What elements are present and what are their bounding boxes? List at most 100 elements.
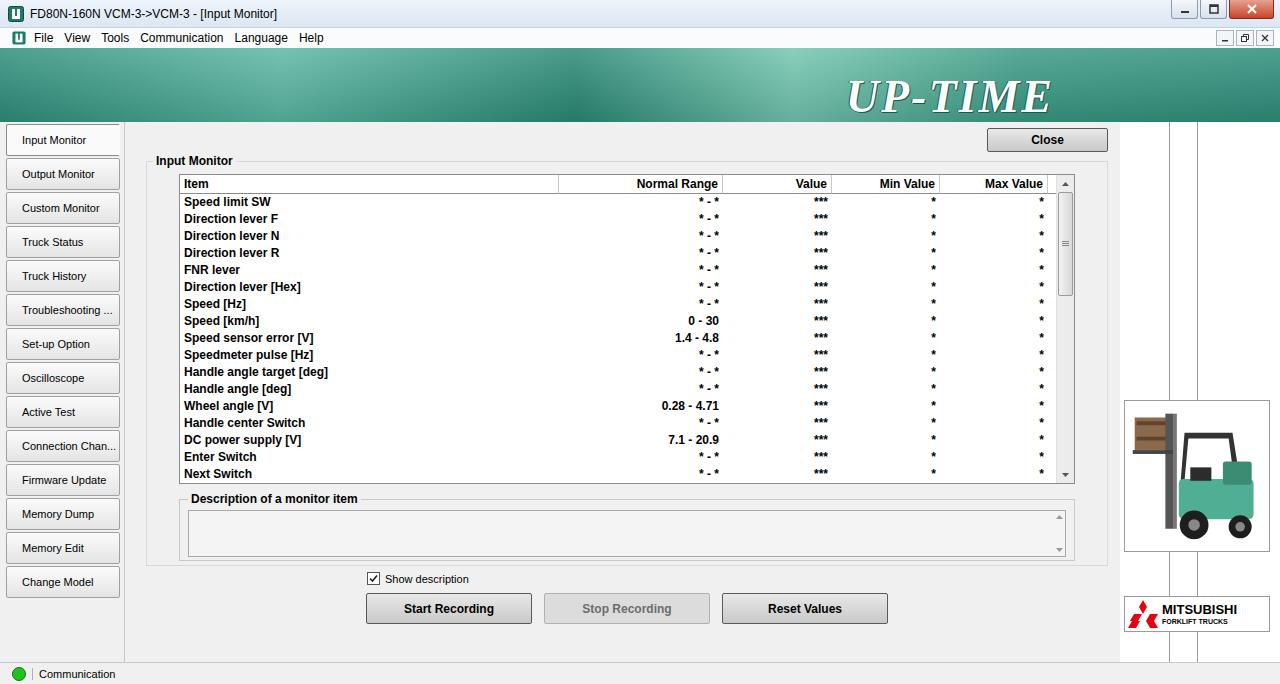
scroll-thumb[interactable]: [1058, 192, 1073, 296]
content-panel: CloseInput MonitorItemNormal RangeValueM…: [124, 122, 1120, 662]
banner-logo: UP-TIME: [846, 74, 1054, 120]
table-row[interactable]: Speed sensor error [V]1.4 - 4.8*****: [180, 330, 1056, 347]
show-description-checkbox[interactable]: Show description: [367, 572, 1108, 585]
scroll-up-button[interactable]: [1057, 175, 1074, 192]
description-scrollbar[interactable]: [1053, 511, 1065, 556]
table-row[interactable]: Wheel angle [V]0.28 - 4.71*****: [180, 398, 1056, 415]
brand-logo: MITSUBISHIFORKLIFT TRUCKS: [1124, 596, 1270, 632]
sidebar-item[interactable]: Memory Dump: [6, 498, 120, 530]
table-cell: Speed [km/h]: [180, 313, 559, 330]
table-cell: ***: [723, 449, 832, 466]
sidebar-item[interactable]: Change Model: [6, 566, 120, 598]
table-row[interactable]: Speed [Hz]* - ******: [180, 296, 1056, 313]
sidebar-item[interactable]: Set-up Option: [6, 328, 120, 360]
mdi-close-button[interactable]: [1256, 30, 1274, 46]
table-cell: 0.28 - 4.71: [559, 398, 723, 415]
table-row[interactable]: Handle angle target [deg]* - ******: [180, 364, 1056, 381]
checkbox[interactable]: [367, 572, 380, 585]
table-row[interactable]: DC power supply [V]7.1 - 20.9*****: [180, 432, 1056, 449]
table-cell: Direction lever F: [180, 211, 559, 228]
table-cell: ***: [723, 466, 832, 483]
table-cell: *: [832, 296, 940, 313]
app-icon: [12, 31, 26, 45]
table-cell: *: [832, 415, 940, 432]
table-cell: 0 - 30: [559, 313, 723, 330]
sidebar-item[interactable]: Oscilloscope: [6, 362, 120, 394]
menu-item[interactable]: View: [64, 31, 97, 45]
app-icon: [8, 6, 24, 22]
menu-item[interactable]: Language: [235, 31, 295, 45]
table-row[interactable]: Handle center Switch* - ******: [180, 415, 1056, 432]
table-row[interactable]: Handle angle [deg]* - ******: [180, 381, 1056, 398]
table-cell: *: [940, 245, 1048, 262]
table-cell: *: [832, 313, 940, 330]
minimize-button[interactable]: [1171, 0, 1198, 19]
table-row[interactable]: Direction lever [Hex]* - ******: [180, 279, 1056, 296]
column-header[interactable]: Normal Range: [559, 175, 723, 194]
maximize-button[interactable]: [1200, 0, 1227, 19]
status-text: Communication: [32, 668, 115, 680]
action-button[interactable]: Reset Values: [722, 593, 888, 624]
menu-bar: File View Tools Communication Language Help: [0, 28, 1280, 48]
table-row[interactable]: Speedmeter pulse [Hz]* - ******: [180, 347, 1056, 364]
sidebar-item[interactable]: Active Test: [6, 396, 120, 428]
table-row[interactable]: Direction lever N* - ******: [180, 228, 1056, 245]
table-row[interactable]: Speed limit SW* - ******: [180, 194, 1056, 211]
table-cell: Handle center Switch: [180, 415, 559, 432]
table-cell: Direction lever N: [180, 228, 559, 245]
sidebar-item[interactable]: Troubleshooting ...: [6, 294, 120, 326]
table-row[interactable]: Next Switch* - ******: [180, 466, 1056, 483]
mdi-minimize-button[interactable]: [1216, 30, 1234, 46]
sidebar-item[interactable]: Output Monitor: [6, 158, 120, 190]
table-row[interactable]: Speed [km/h]0 - 30*****: [180, 313, 1056, 330]
table-row[interactable]: Direction lever R* - ******: [180, 245, 1056, 262]
table-cell: ***: [723, 296, 832, 313]
table-row[interactable]: Enter Switch* - ******: [180, 449, 1056, 466]
menu-item[interactable]: Help: [299, 31, 331, 45]
action-button[interactable]: Start Recording: [366, 593, 532, 624]
menu-item[interactable]: Communication: [140, 31, 230, 45]
sidebar-item[interactable]: Input Monitor: [6, 124, 120, 156]
table-cell: *: [940, 364, 1048, 381]
mdi-restore-button[interactable]: [1236, 30, 1254, 46]
table-scrollbar[interactable]: [1056, 175, 1074, 483]
scroll-down-button[interactable]: [1057, 466, 1074, 483]
table-cell: ***: [723, 211, 832, 228]
input-monitor-group: Input MonitorItemNormal RangeValueMin Va…: [146, 154, 1108, 566]
table-cell: *: [940, 313, 1048, 330]
status-dot: [12, 667, 26, 681]
check-icon: [369, 574, 378, 583]
sidebar-item[interactable]: Truck History: [6, 260, 120, 292]
table-cell: ***: [723, 347, 832, 364]
table-cell: Handle angle [deg]: [180, 381, 559, 398]
menu-item[interactable]: File: [34, 31, 60, 45]
table-cell: ***: [723, 245, 832, 262]
menu-item[interactable]: Tools: [101, 31, 136, 45]
description-textarea[interactable]: [188, 510, 1066, 557]
up-arrow-icon: [1056, 515, 1063, 519]
sidebar-item[interactable]: Memory Edit: [6, 532, 120, 564]
sidebar-item[interactable]: Connection Chan...: [6, 430, 120, 462]
table-cell: * - *: [559, 279, 723, 296]
sidebar-item[interactable]: Firmware Update: [6, 464, 120, 496]
column-header[interactable]: Item: [180, 175, 559, 194]
column-header[interactable]: Value: [723, 175, 832, 194]
sidebar-item[interactable]: Custom Monitor: [6, 192, 120, 224]
close-window-button[interactable]: [1229, 0, 1274, 19]
table-cell: *: [832, 228, 940, 245]
table-cell: ***: [723, 194, 832, 211]
column-header[interactable]: Max Value: [940, 175, 1048, 194]
close-button[interactable]: Close: [987, 128, 1108, 152]
app-window: FD80N-160N VCM-3->VCM-3 - [Input Monitor…: [0, 0, 1280, 684]
table-row[interactable]: Direction lever F* - ******: [180, 211, 1056, 228]
down-arrow-icon: [1062, 473, 1069, 477]
sidebar-item[interactable]: Truck Status: [6, 226, 120, 258]
table-cell: *: [832, 347, 940, 364]
table-cell: * - *: [559, 415, 723, 432]
table-row[interactable]: FNR lever* - ******: [180, 262, 1056, 279]
maximize-icon: [1209, 4, 1219, 14]
table-cell: * - *: [559, 347, 723, 364]
action-buttons: Start RecordingStop RecordingReset Value…: [366, 593, 1108, 624]
column-header[interactable]: Min Value: [832, 175, 940, 194]
forklift-icon: [1127, 404, 1267, 548]
